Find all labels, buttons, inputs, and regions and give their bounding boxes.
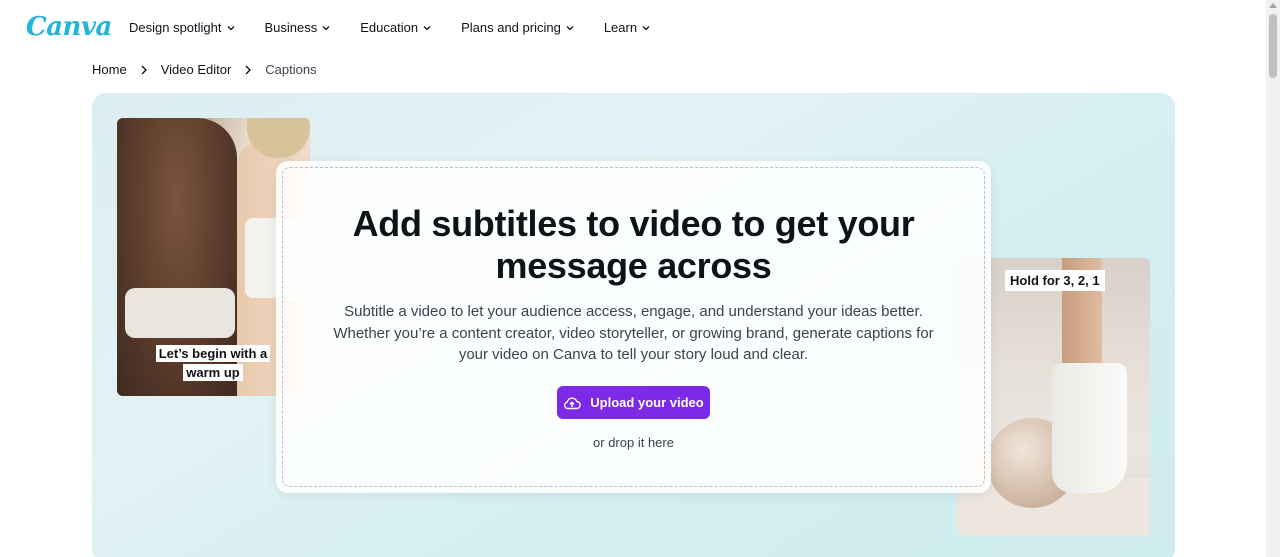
breadcrumb-captions: Captions xyxy=(265,62,317,77)
upload-video-button-label: Upload your video xyxy=(590,395,704,410)
canva-logo[interactable]: Canva xyxy=(26,12,112,42)
page-scrollbar[interactable] xyxy=(1266,0,1280,557)
nav-item-label: Design spotlight xyxy=(129,20,222,35)
chevron-down-icon xyxy=(322,25,330,30)
nav-item-learn[interactable]: Learn xyxy=(604,20,650,35)
photo-figure xyxy=(125,288,235,338)
site-header: Canva Design spotlight Business Educatio… xyxy=(0,0,1266,56)
upload-card[interactable]: Add subtitles to video to get your messa… xyxy=(276,161,991,493)
main-nav: Design spotlight Business Education Plan… xyxy=(129,20,680,35)
chevron-down-icon xyxy=(423,25,431,30)
photo-sock xyxy=(1052,363,1127,493)
chevron-down-icon xyxy=(566,25,574,30)
page-title: Add subtitles to video to get your messa… xyxy=(352,203,915,286)
nav-item-label: Plans and pricing xyxy=(461,20,561,35)
nav-item-label: Business xyxy=(264,20,318,35)
hero-description: Subtitle a video to let your audience ac… xyxy=(333,303,934,363)
nav-item-design-spotlight[interactable]: Design spotlight xyxy=(129,20,235,35)
chevron-down-icon xyxy=(227,25,234,30)
scroll-up-icon[interactable] xyxy=(1269,3,1277,8)
breadcrumb-home[interactable]: Home xyxy=(92,62,127,77)
chevron-down-icon xyxy=(642,25,650,30)
nav-item-education[interactable]: Education xyxy=(360,20,431,35)
breadcrumb-video-editor[interactable]: Video Editor xyxy=(161,62,232,77)
right-photo-caption: Hold for 3, 2, 1 xyxy=(1005,270,1105,291)
chevron-right-icon xyxy=(139,65,149,75)
chevron-right-icon xyxy=(243,65,253,75)
drop-hint: or drop it here xyxy=(593,435,674,450)
left-photo-caption: Let’s begin with a warm up xyxy=(155,344,271,382)
upload-video-button[interactable]: Upload your video xyxy=(557,386,710,419)
nav-item-business[interactable]: Business xyxy=(265,20,331,35)
nav-item-plans-and-pricing[interactable]: Plans and pricing xyxy=(461,20,574,35)
scrollbar-thumb[interactable] xyxy=(1269,14,1277,78)
cloud-upload-icon xyxy=(564,397,582,409)
nav-item-label: Education xyxy=(360,20,419,35)
nav-item-label: Learn xyxy=(603,20,638,35)
breadcrumb: Home Video Editor Captions xyxy=(92,62,317,77)
